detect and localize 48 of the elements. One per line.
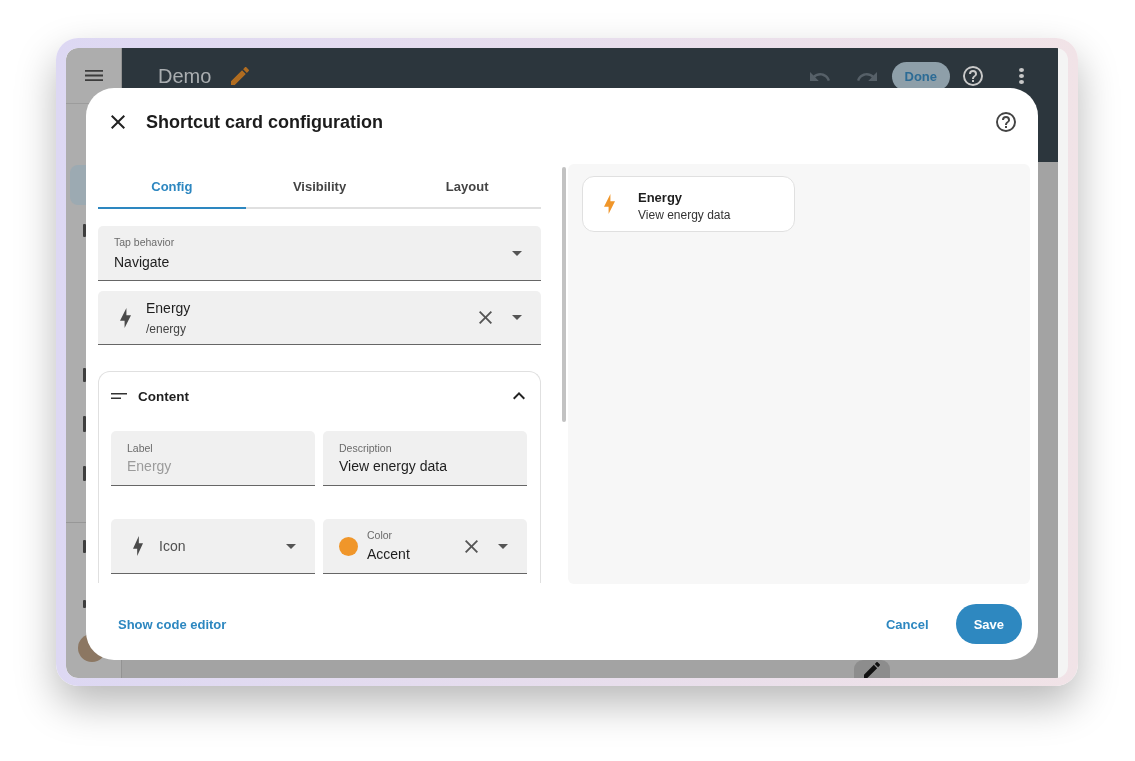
field-label: Description: [339, 441, 393, 455]
lightning-bolt-icon: [120, 307, 131, 328]
text-field[interactable]: Description View energy data: [323, 431, 527, 486]
dropdown-caret-icon[interactable]: [512, 250, 522, 256]
shortcut-card[interactable]: Energy View energy data: [582, 176, 795, 232]
scrollbar[interactable]: [562, 167, 566, 422]
tab[interactable]: Visibility: [245, 165, 394, 209]
help-icon[interactable]: [963, 66, 983, 86]
code-editor-link[interactable]: Show code editor: [106, 606, 239, 642]
text-field[interactable]: Label Energy: [111, 431, 315, 486]
tab[interactable]: Config: [98, 165, 246, 209]
field-label: Tap behavior: [114, 235, 176, 249]
color-picker[interactable]: Color Accent: [323, 519, 527, 574]
field-label: Icon: [159, 537, 187, 556]
save-button[interactable]: Save: [955, 604, 1022, 644]
clear-icon[interactable]: [465, 539, 478, 553]
help-icon[interactable]: [996, 112, 1016, 132]
clear-icon[interactable]: [479, 311, 492, 324]
field-label: Label: [127, 441, 154, 455]
select-field[interactable]: Tap behavior Navigate: [98, 226, 541, 281]
field-value: Accent: [367, 545, 411, 564]
dropdown-caret-icon[interactable]: [286, 543, 296, 549]
chevron-up-icon[interactable]: [513, 392, 525, 400]
dialog-title: Shortcut card configuration: [146, 111, 384, 133]
pencil-icon: [864, 662, 880, 678]
field-input[interactable]: View energy data: [339, 456, 511, 476]
field-value: Energy: [146, 299, 192, 317]
lines-icon: [111, 393, 127, 399]
pencil-icon[interactable]: [231, 67, 250, 85]
field-input[interactable]: Energy: [127, 456, 299, 476]
dropdown-caret-icon[interactable]: [512, 315, 522, 320]
navigation-picker[interactable]: Energy /energy: [98, 291, 541, 345]
lightning-bolt-icon: [133, 536, 143, 556]
card-description: View energy data: [638, 206, 731, 223]
field-secondary-text: /energy: [146, 321, 188, 337]
dashboard-title: Demo: [158, 64, 212, 88]
menu-icon[interactable]: [84, 70, 103, 81]
cancel-button[interactable]: Cancel: [874, 606, 941, 642]
close-icon[interactable]: [111, 115, 125, 129]
more-icon[interactable]: [1019, 68, 1024, 84]
card-title: Energy: [638, 188, 684, 206]
section-title[interactable]: Content: [138, 388, 513, 404]
tab[interactable]: Layout: [393, 165, 541, 209]
icon-picker[interactable]: Icon: [111, 519, 315, 574]
field-value: Navigate: [114, 253, 171, 272]
edit-button[interactable]: [854, 660, 890, 678]
field-label: Color: [367, 528, 394, 542]
dropdown-caret-icon[interactable]: [498, 543, 508, 549]
